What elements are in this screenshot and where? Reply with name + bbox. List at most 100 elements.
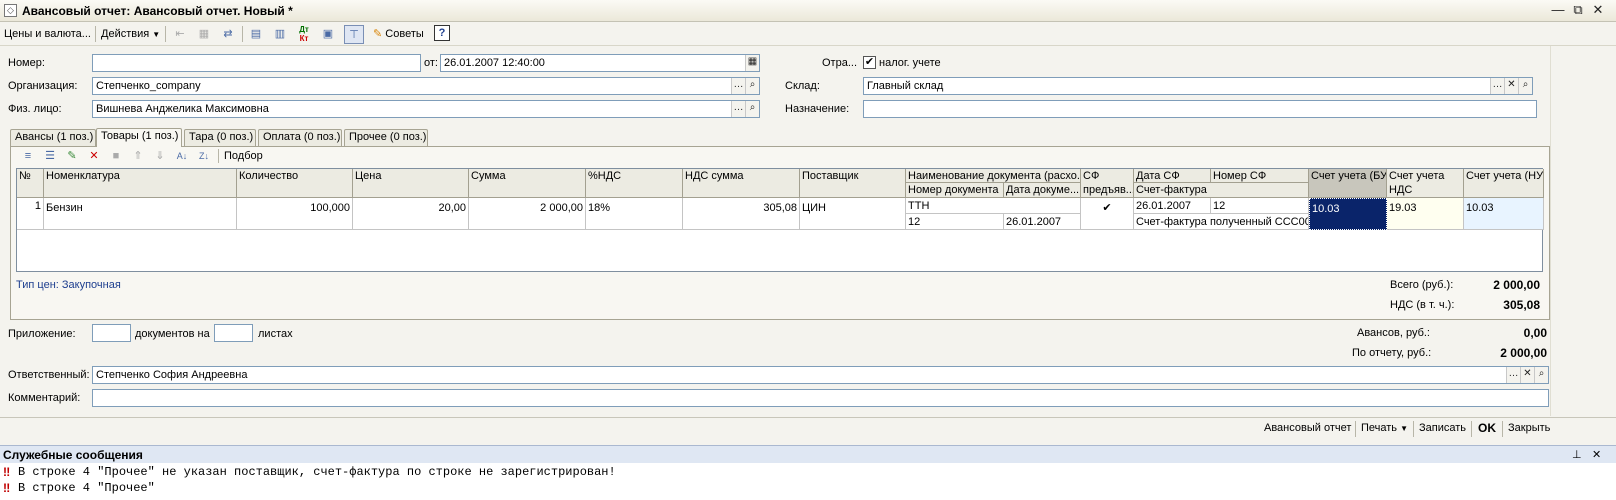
price-type-link[interactable]: Тип цен: Закупочная	[16, 279, 121, 291]
select-ellipsis-icon[interactable]: …	[731, 101, 745, 117]
row-number[interactable]: 1	[17, 198, 44, 230]
col-header-sf-invoice[interactable]: Счет-фактура	[1134, 183, 1309, 198]
cell-doc-date[interactable]: 26.01.2007	[1004, 214, 1081, 230]
cell-account-vat[interactable]: 19.03	[1387, 198, 1464, 230]
ok-button[interactable]: OK	[1478, 421, 1496, 436]
move-up-icon[interactable]: ⇑	[128, 148, 148, 164]
advance-report-button[interactable]: Авансовый отчет	[1264, 421, 1351, 436]
close-window-button[interactable]: ✕	[1590, 3, 1606, 18]
close-messages-icon[interactable]: ✕	[1592, 448, 1601, 461]
tab-containers[interactable]: Тара (0 поз.)	[184, 129, 256, 146]
col-header-account-bu[interactable]: Счет учета (БУ)	[1309, 169, 1387, 198]
sf-bottom-label: предъяв...	[1083, 184, 1134, 196]
date-field[interactable]: 26.01.2007 12:40:00 ▦	[440, 54, 760, 72]
search-icon[interactable]: ⌕	[1518, 78, 1532, 94]
selection-button[interactable]: Подбор	[224, 150, 263, 162]
col-header-doc-number[interactable]: Номер документа	[906, 183, 1004, 198]
col-header-account-nu[interactable]: Счет учета (НУ)	[1464, 169, 1544, 198]
structure-icon[interactable]: ▦	[194, 25, 214, 44]
tax-accounting-checkbox[interactable]: ✔	[863, 56, 876, 69]
prices-currency-button[interactable]: Цены и валюта...	[4, 26, 91, 42]
cell-supplier[interactable]: ЦИН	[800, 198, 906, 230]
dt-kt-icon[interactable]: Дт Кт	[294, 25, 314, 44]
pin-icon[interactable]: ⊥	[1572, 448, 1582, 461]
col-header-sum[interactable]: Сумма	[469, 169, 586, 198]
comment-field[interactable]	[92, 389, 1549, 407]
post-document-icon[interactable]: ▤	[246, 25, 266, 44]
warehouse-field[interactable]: Главный склад … ✕ ⌕	[863, 77, 1533, 95]
col-header-sf-number[interactable]: Номер СФ	[1211, 169, 1309, 183]
cell-quantity[interactable]: 100,000	[237, 198, 353, 230]
purpose-field[interactable]	[863, 100, 1537, 118]
tab-goods[interactable]: Товары (1 поз.)	[96, 128, 182, 147]
move-down-icon[interactable]: ⇓	[150, 148, 170, 164]
minimize-button[interactable]: —	[1550, 3, 1566, 18]
cell-vat-sum[interactable]: 305,08	[683, 198, 800, 230]
delete-row-icon[interactable]: ✕	[84, 148, 104, 164]
col-header-doc-date[interactable]: Дата докуме...	[1004, 183, 1081, 198]
col-header-doc-name[interactable]: Наименование документа (расхо...	[906, 169, 1081, 183]
back-arrow-icon[interactable]: ⇤	[170, 25, 190, 44]
tab-payment[interactable]: Оплата (0 поз.)	[258, 129, 342, 146]
tips-button[interactable]: ✎ Советы	[373, 26, 424, 42]
select-ellipsis-icon[interactable]: …	[1506, 367, 1520, 383]
save-button[interactable]: Записать	[1419, 421, 1466, 436]
cell-sf-date[interactable]: 26.01.2007	[1134, 198, 1211, 214]
tab-other[interactable]: Прочее (0 поз.)	[344, 129, 428, 146]
cell-sf-presented[interactable]: ✔	[1081, 198, 1134, 230]
cell-account-bu[interactable]: 10.03	[1309, 198, 1387, 230]
col-header-quantity[interactable]: Количество	[237, 169, 353, 198]
search-icon[interactable]: ⌕	[1534, 367, 1548, 383]
cell-doc-number[interactable]: 12	[906, 214, 1004, 230]
add-group-icon[interactable]: ☰	[40, 148, 60, 164]
organization-field[interactable]: Степченко_company … ⌕	[92, 77, 760, 95]
select-ellipsis-icon[interactable]: …	[731, 78, 745, 94]
report-icon[interactable]: ▣	[318, 25, 338, 44]
col-header-sf-presented[interactable]: СФ предъяв...	[1081, 169, 1134, 198]
col-header-price[interactable]: Цена	[353, 169, 469, 198]
number-field[interactable]	[92, 54, 421, 72]
cell-sum[interactable]: 2 000,00	[469, 198, 586, 230]
select-ellipsis-icon[interactable]: …	[1490, 78, 1504, 94]
col-header-sf-date[interactable]: Дата СФ	[1134, 169, 1211, 183]
cell-account-nu[interactable]: 10.03	[1464, 198, 1544, 230]
end-edit-icon[interactable]: ■	[106, 148, 126, 164]
messages-title: Служебные сообщения	[3, 448, 143, 462]
structure-toggle-icon[interactable]: ⊤	[344, 25, 364, 44]
person-field[interactable]: Вишнева Анджелика Максимовна … ⌕	[92, 100, 760, 118]
cell-sf-invoice[interactable]: Счет-фактура полученный ССС00...	[1134, 214, 1309, 230]
sort-descending-icon[interactable]: Z↓	[194, 148, 214, 164]
search-icon[interactable]: ⌕	[745, 78, 759, 94]
exchange-icon[interactable]: ⇄	[218, 25, 238, 44]
calendar-icon[interactable]: ▦	[745, 55, 759, 71]
cell-nomenclature[interactable]: Бензин	[44, 198, 237, 230]
cell-price[interactable]: 20,00	[353, 198, 469, 230]
add-row-icon[interactable]: ≡	[18, 148, 38, 164]
close-button[interactable]: Закрыть	[1508, 421, 1550, 436]
col-header-supplier[interactable]: Поставщик	[800, 169, 906, 198]
tab-advances[interactable]: Авансы (1 поз.)	[10, 129, 96, 146]
search-icon[interactable]: ⌕	[745, 101, 759, 117]
actions-menu-button[interactable]: Действия ▼	[101, 26, 160, 42]
clear-icon[interactable]: ✕	[1520, 367, 1534, 383]
unpost-document-icon[interactable]: ▥	[270, 25, 290, 44]
col-header-vat-sum[interactable]: НДС сумма	[683, 169, 800, 198]
responsible-field[interactable]: Степченко София Андреевна … ✕ ⌕	[92, 366, 1549, 384]
col-header-number[interactable]: №	[17, 169, 44, 198]
cell-doc-name[interactable]: ТТН	[906, 198, 1081, 214]
restore-button[interactable]: ⧉	[1570, 3, 1586, 18]
cell-sf-number[interactable]: 12	[1211, 198, 1309, 214]
attachment-docs-field[interactable]	[92, 324, 131, 342]
cell-vat-rate[interactable]: 18%	[586, 198, 683, 230]
col-header-nomenclature[interactable]: Номенклатура	[44, 169, 237, 198]
sort-ascending-icon[interactable]: A↓	[172, 148, 192, 164]
clear-icon[interactable]: ✕	[1504, 78, 1518, 94]
edit-row-icon[interactable]: ✎	[62, 148, 82, 164]
attachment-sheets-field[interactable]	[214, 324, 253, 342]
print-button[interactable]: Печать ▼	[1361, 421, 1408, 436]
col-header-account-vat[interactable]: Счет учета НДС	[1387, 169, 1464, 198]
col-header-vat-rate[interactable]: %НДС	[586, 169, 683, 198]
toolbar-separator	[95, 26, 96, 42]
help-button[interactable]: ?	[434, 25, 450, 41]
tax-accounting-label: налог. учете	[879, 57, 941, 69]
